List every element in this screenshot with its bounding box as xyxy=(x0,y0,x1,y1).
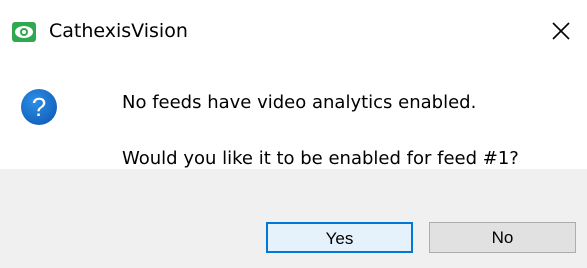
message-line-2: Would you like it to be enabled for feed… xyxy=(122,148,519,169)
close-icon[interactable] xyxy=(546,16,576,46)
title-bar: CathexisVision xyxy=(0,0,587,62)
no-button[interactable]: No xyxy=(429,222,576,253)
question-icon: ? xyxy=(21,89,57,125)
dialog-window: CathexisVision ? No feeds have video ana… xyxy=(0,0,587,268)
button-bar: Yes No xyxy=(0,169,587,268)
cathexis-eye-icon xyxy=(12,22,36,42)
message-area: ? No feeds have video analytics enabled.… xyxy=(0,62,587,169)
message-line-1: No feeds have video analytics enabled. xyxy=(122,92,477,113)
window-title: CathexisVision xyxy=(49,20,188,42)
yes-button[interactable]: Yes xyxy=(266,222,413,253)
